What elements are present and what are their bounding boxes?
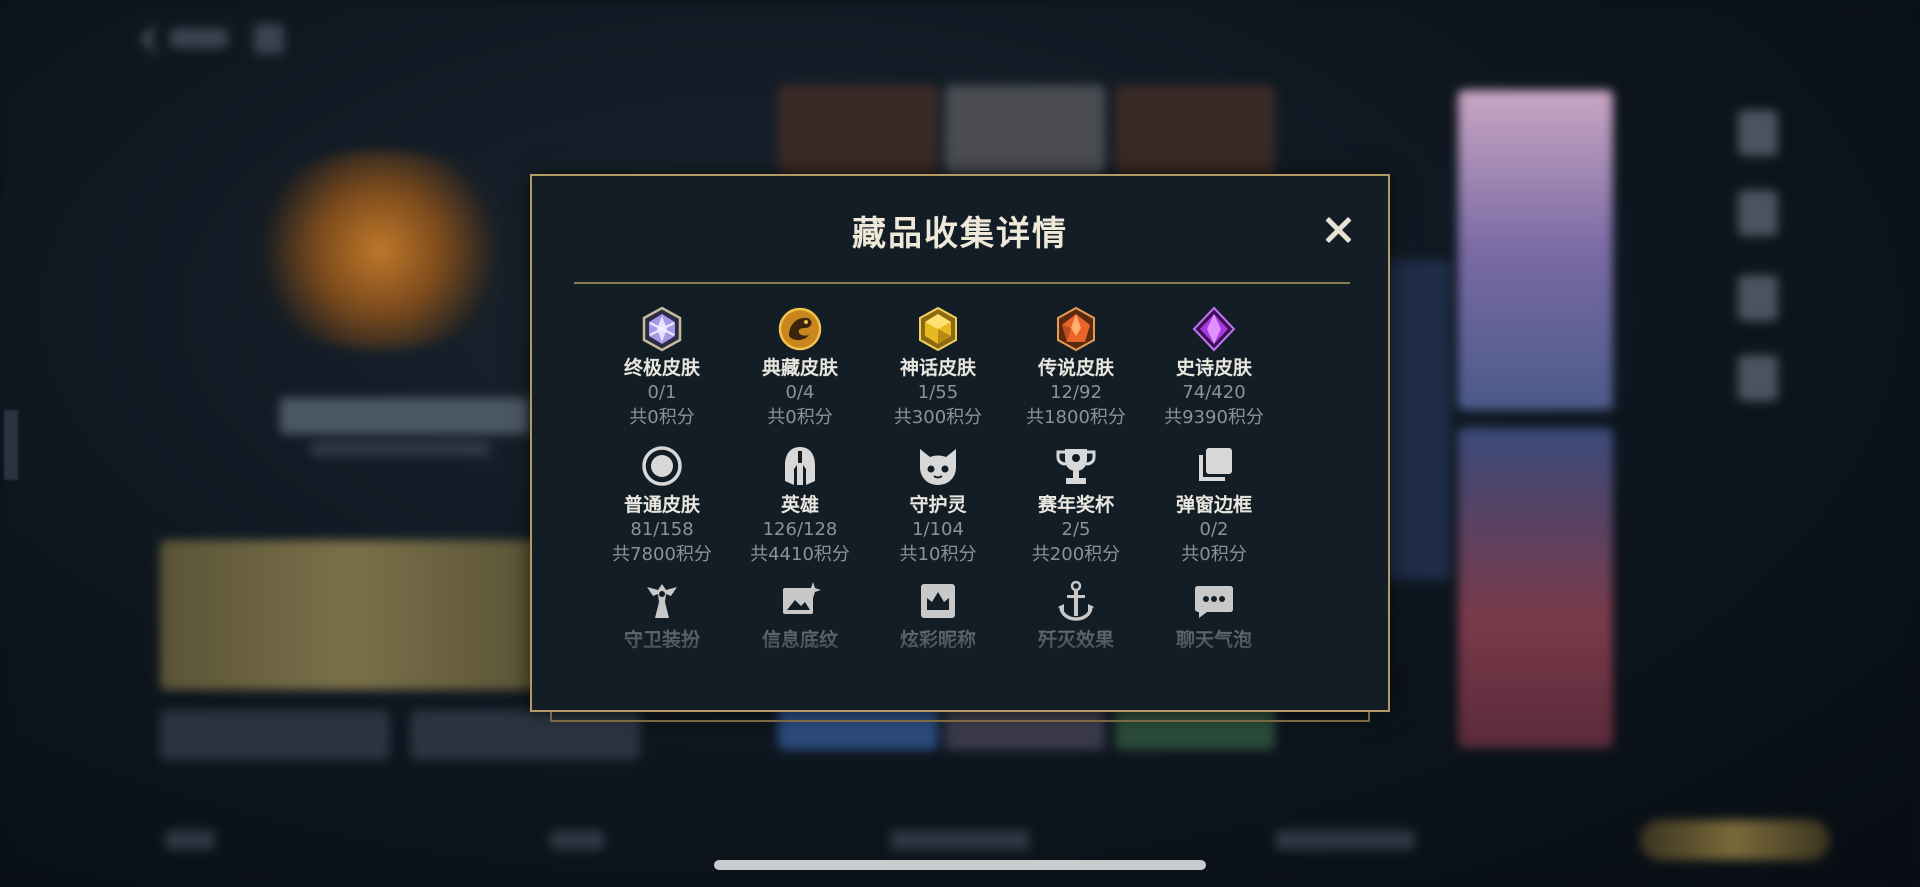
- collection-points: 共10积分: [899, 544, 977, 565]
- bottom-label-blurred: [890, 830, 1030, 850]
- featured-skin-art: [1458, 90, 1613, 410]
- season-trophy-icon: [1056, 449, 1096, 484]
- collection-points: 共0积分: [1181, 544, 1247, 565]
- collection-label: 守卫装扮: [623, 629, 700, 651]
- collection-count: 74/420: [1182, 382, 1246, 403]
- popup-frame-icon: [1199, 448, 1232, 481]
- collection-count: 2/5: [1061, 519, 1091, 540]
- collection-label: 传说皮肤: [1037, 357, 1114, 379]
- featured-skin-art: [1458, 428, 1613, 748]
- collection-label: 史诗皮肤: [1175, 357, 1252, 379]
- side-id-blurred: [4, 410, 18, 480]
- collection-points: 共0积分: [629, 407, 695, 428]
- ultimate-skin-gem-icon: [642, 306, 682, 352]
- collection-item-ward-skin[interactable]: 守卫装扮: [593, 578, 731, 652]
- modal-title: 藏品收集详情: [852, 214, 1068, 254]
- collection-label: 英雄: [780, 494, 819, 516]
- collection-points: 共1800积分: [1026, 407, 1126, 428]
- side-menu-icon: [1738, 355, 1778, 401]
- skin-card: [1115, 85, 1275, 175]
- elimination-effect-icon: [1058, 580, 1094, 621]
- collection-points: 共300积分: [893, 407, 983, 428]
- collection-count: 0/1: [647, 382, 677, 403]
- prestige-skin-dragon-icon: [778, 307, 822, 351]
- bottom-action-button-blurred: [1640, 820, 1830, 860]
- collection-item-popup-frame[interactable]: 弹窗边框 0/2 共0积分: [1145, 443, 1283, 567]
- player-name-blurred: [280, 398, 530, 434]
- collection-item-season-trophy[interactable]: 赛年奖杯 2/5 共200积分: [1007, 443, 1145, 567]
- collection-item-guardian[interactable]: 守护灵 1/104 共10积分: [869, 443, 1007, 567]
- collection-points: 共4410积分: [750, 544, 850, 565]
- player-sub-blurred: [310, 442, 490, 456]
- colorful-nickname-icon: [921, 584, 955, 618]
- collection-item-elimination-effect[interactable]: 歼灭效果: [1007, 578, 1145, 652]
- collection-label: 守护灵: [909, 494, 967, 516]
- rank-emblem: [230, 150, 530, 350]
- champion-helmet-icon: [785, 447, 815, 485]
- collection-item-epic-skin[interactable]: 史诗皮肤 74/420 共9390积分: [1145, 306, 1283, 430]
- collection-label: 聊天气泡: [1175, 629, 1252, 651]
- title-divider: [574, 282, 1350, 284]
- collection-points: 共7800积分: [612, 544, 712, 565]
- modal-bottom-edge: [550, 712, 1370, 722]
- collection-count: 0/4: [785, 382, 815, 403]
- side-menu-icon: [1738, 110, 1778, 156]
- back-arrow-icon: [139, 22, 158, 56]
- collection-points: 共200积分: [1031, 544, 1121, 565]
- chat-bubble-icon: [1195, 586, 1233, 618]
- collection-count: 81/158: [630, 519, 694, 540]
- collection-label: 炫彩昵称: [899, 629, 976, 651]
- skin-card: [1380, 260, 1450, 580]
- collection-item-ultimate-skin[interactable]: 终极皮肤 0/1 共0积分: [593, 306, 731, 430]
- collection-count: 1/55: [917, 382, 959, 403]
- collection-item-colorful-nickname[interactable]: 炫彩昵称: [869, 578, 1007, 652]
- home-icon: [254, 24, 284, 54]
- collection-count: 0/2: [1199, 519, 1229, 540]
- collection-item-legendary-skin[interactable]: 传说皮肤 12/92 共1800积分: [1007, 306, 1145, 430]
- side-menu-icon: [1738, 190, 1778, 236]
- collection-item-normal-skin[interactable]: 普通皮肤 81/158 共7800积分: [593, 443, 731, 567]
- collection-count: 1/104: [912, 519, 964, 540]
- collection-label: 歼灭效果: [1037, 629, 1114, 651]
- collection-details-modal: 藏品收集详情 终极皮肤 0/1 共0积分 典藏皮肤 0/4 共0积分 神话皮肤 …: [530, 174, 1390, 712]
- skin-card: [778, 85, 938, 175]
- normal-skin-circle-icon: [642, 446, 682, 486]
- banner-tab-left: [160, 710, 390, 760]
- collection-count: 126/128: [762, 519, 838, 540]
- guardian-pet-icon: [920, 449, 956, 485]
- collection-points: 共9390积分: [1164, 407, 1264, 428]
- collection-points: 共0积分: [767, 407, 833, 428]
- collection-item-champion[interactable]: 英雄 126/128 共4410积分: [731, 443, 869, 567]
- bottom-label-blurred: [550, 830, 605, 850]
- bottom-label-blurred: [1275, 830, 1415, 850]
- bottom-label-blurred: [165, 830, 215, 850]
- legendary-skin-gem-icon: [1057, 306, 1095, 352]
- close-button[interactable]: [1318, 210, 1358, 250]
- collection-label: 信息底纹: [761, 629, 838, 651]
- home-indicator-bar[interactable]: [714, 860, 1206, 870]
- banner-card: [160, 540, 540, 690]
- collection-label: 普通皮肤: [623, 494, 700, 516]
- collection-label: 典藏皮肤: [761, 357, 838, 379]
- ward-skin-icon: [647, 584, 677, 618]
- collection-item-chat-bubble[interactable]: 聊天气泡: [1145, 578, 1283, 652]
- collection-label: 赛年奖杯: [1037, 494, 1114, 516]
- collection-label: 弹窗边框: [1175, 494, 1252, 516]
- collection-item-mythic-skin[interactable]: 神话皮肤 1/55 共300积分: [869, 306, 1007, 430]
- epic-skin-gem-icon: [1192, 306, 1236, 352]
- collection-label: 神话皮肤: [899, 357, 976, 379]
- side-menu-icon: [1738, 275, 1778, 321]
- collection-count: 12/92: [1050, 382, 1102, 403]
- skin-card: [945, 85, 1105, 175]
- collection-item-info-background[interactable]: 信息底纹: [731, 578, 869, 652]
- back-label-blurred: [170, 28, 228, 48]
- collection-label: 终极皮肤: [623, 357, 700, 379]
- mythic-skin-gem-icon: [919, 306, 957, 352]
- info-background-icon: [783, 582, 821, 614]
- collection-item-prestige-skin[interactable]: 典藏皮肤 0/4 共0积分: [731, 306, 869, 430]
